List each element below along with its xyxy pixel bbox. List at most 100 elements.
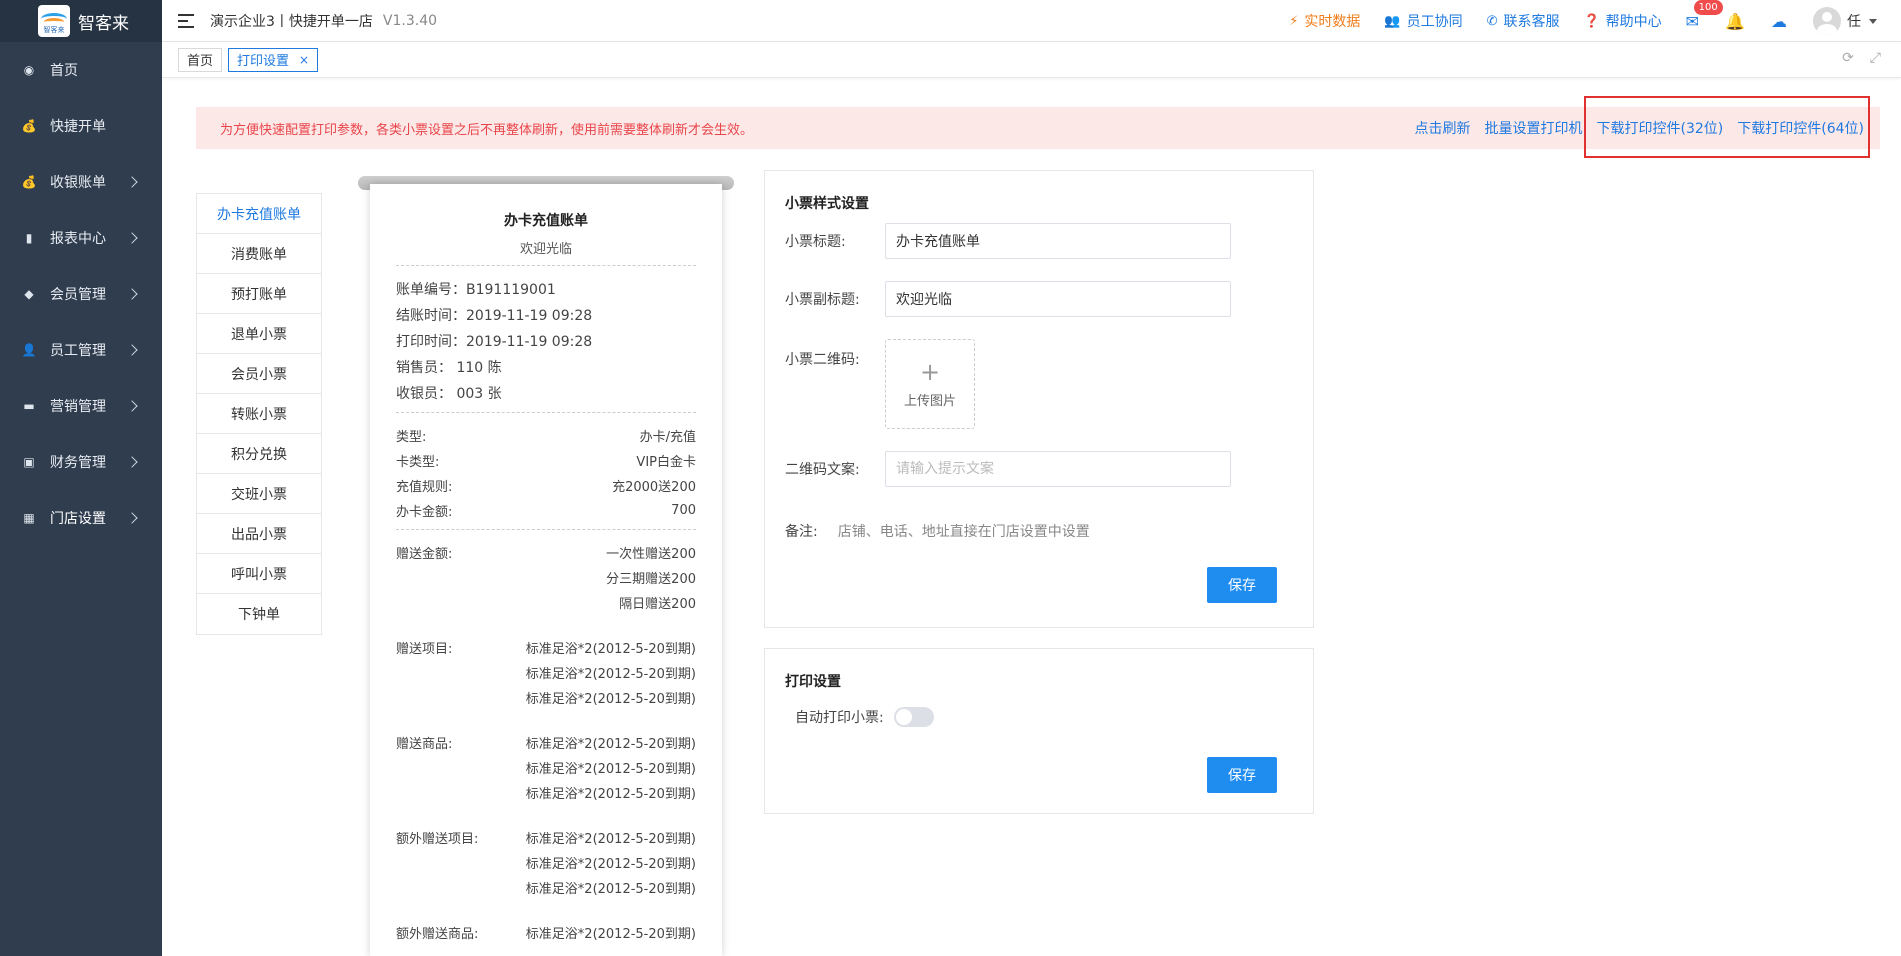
receipt-detail-value: 充2000送200 <box>612 480 696 495</box>
realtime-data-link[interactable]: ⚡ 实时数据 <box>1289 11 1360 31</box>
ticket-type-item[interactable]: 积分兑换 <box>197 434 321 474</box>
receipt-detail-value: VIP白金卡 <box>636 455 696 470</box>
sidebar-item-8[interactable]: ▦ 门店设置 <box>0 490 162 546</box>
ticket-type-item[interactable]: 下钟单 <box>197 594 321 634</box>
receipt-detail-value: 办卡/充值 <box>639 430 696 445</box>
receipt-preview: 办卡充值账单 欢迎光临 账单编号：B191119001 结账时间：2019-11-… <box>370 184 722 956</box>
logo-text: 智客来 <box>78 13 129 34</box>
receipt-group-value: 标准足浴*2(2012-5-20到期) <box>525 927 696 942</box>
sidebar-item-6[interactable]: ▬ 营销管理 <box>0 378 162 434</box>
receipt-detail-row: 办卡金额: 700 <box>396 498 696 523</box>
sidebar-item-1[interactable]: 💰 快捷开单 <box>0 98 162 154</box>
receipt-info: 账单编号：B191119001 结账时间：2019-11-19 09:28 打印时间… <box>396 266 696 413</box>
receipt-group-label: 赠送商品: <box>396 737 453 752</box>
app-version: V1.3.40 <box>382 12 438 29</box>
sidebar-item-label: 快捷开单 <box>50 119 106 135</box>
trend-icon: ⚡ <box>1289 13 1299 29</box>
staff-collab-link[interactable]: 👥 员工协同 <box>1384 11 1462 31</box>
qr-upload-button[interactable]: + 上传图片 <box>885 339 975 429</box>
receipt-info-line: 收银员： 003 张 <box>396 386 502 402</box>
tab-print-settings[interactable]: 打印设置 × <box>228 47 319 72</box>
receipt-title: 办卡充值账单 <box>504 213 588 229</box>
sidebar-item-4[interactable]: ◆ 会员管理 <box>0 266 162 322</box>
receipt-group-value: 隔日赠送200 <box>619 597 696 612</box>
receipt-details: 类型: 办卡/充值 卡类型: VIP白金卡 充值规则: 充2000送200 办卡金额: 700 <box>396 413 696 530</box>
close-icon[interactable]: × <box>299 53 309 67</box>
save-style-button[interactable]: 保存 <box>1207 567 1277 603</box>
tab-bar: 首页 打印设置 × ⟳ ⤢ <box>162 42 1901 78</box>
receipt-group-value: 标准足浴*2(2012-5-20到期) <box>525 737 696 752</box>
sidebar-item-label: 营销管理 <box>50 399 106 415</box>
receipt-groups: 赠送金额: 一次性赠送200 分三期赠送200 隔日赠送200 赠送项目: 标准足浴*2(… <box>396 530 696 955</box>
phone-icon: ✆ <box>1486 13 1498 29</box>
ticket-title-input[interactable] <box>885 223 1231 259</box>
top-header: 演示企业3丨快捷开单一店 V1.3.40 ⚡ 实时数据 👥 员工协同 ✆ 联系客服 ❓… <box>162 0 1901 42</box>
ticket-type-item[interactable]: 出品小票 <box>197 514 321 554</box>
save-print-button[interactable]: 保存 <box>1207 757 1277 793</box>
batch-printer-link[interactable]: 批量设置打印机 <box>1485 118 1583 138</box>
download-32bit-link[interactable]: 下载打印控件(32位) <box>1597 118 1724 138</box>
sidebar-item-5[interactable]: 👤 员工管理 <box>0 322 162 378</box>
user-menu[interactable]: 任 <box>1813 7 1877 35</box>
receipt-group-label: 赠送项目: <box>396 642 453 657</box>
chevron-right-icon <box>126 176 138 188</box>
sidebar-item-7[interactable]: ▣ 财务管理 <box>0 434 162 490</box>
notice-text: 为方便快速配置打印参数，各类小票设置之后不再整体刷新，使用前需要整体刷新才会生效… <box>220 122 754 138</box>
cloud-icon[interactable]: ☁ <box>1771 12 1787 31</box>
dashboard-icon: ◉ <box>23 63 35 77</box>
help-center-link[interactable]: ❓ 帮助中心 <box>1583 11 1661 31</box>
sidebar-item-label: 会员管理 <box>50 287 106 303</box>
chevron-right-icon <box>126 232 138 244</box>
receipt-detail-row: 卡类型: VIP白金卡 <box>396 448 696 473</box>
receipt-group-value: 标准足浴*2(2012-5-20到期) <box>525 692 696 707</box>
ticket-subtitle-input[interactable] <box>885 281 1231 317</box>
contact-support-link[interactable]: ✆ 联系客服 <box>1487 11 1560 31</box>
ticket-type-item[interactable]: 会员小票 <box>197 354 321 394</box>
auto-print-toggle[interactable] <box>893 707 934 727</box>
tab-home[interactable]: 首页 <box>178 47 223 72</box>
ticket-type-item[interactable]: 退单小票 <box>197 314 321 354</box>
receipt-group: 赠送项目: 标准足浴*2(2012-5-20到期) 标准足浴*2(2012-5-20… <box>396 625 696 720</box>
ticket-type-item[interactable]: 消费账单 <box>197 234 321 274</box>
sidebar-item-0[interactable]: ◉ 首页 <box>0 42 162 98</box>
company-name: 演示企业3丨快捷开单一店 <box>210 13 373 30</box>
mail-badge: 100 <box>1693 0 1723 15</box>
chevron-right-icon <box>126 456 138 468</box>
refresh-icon[interactable]: ⟳ <box>1842 50 1854 66</box>
receipt-group-value: 标准足浴*2(2012-5-20到期) <box>525 882 696 897</box>
ticket-type-item[interactable]: 转账小票 <box>197 394 321 434</box>
fullscreen-icon[interactable]: ⤢ <box>1870 50 1881 66</box>
user-name: 任 <box>1847 14 1861 30</box>
receipt-detail-label: 卡类型: <box>396 455 440 470</box>
ticket-type-item[interactable]: 交班小票 <box>197 474 321 514</box>
note-value: 店铺、电话、地址直接在门店设置中设置 <box>837 524 1090 540</box>
mail-icon[interactable]: ✉ 100 <box>1686 0 1723 31</box>
receipt-group: 赠送商品: 标准足浴*2(2012-5-20到期) 标准足浴*2(2012-5-20… <box>396 720 696 815</box>
sidebar-item-label: 首页 <box>50 63 78 79</box>
sidebar-item-label: 财务管理 <box>50 455 106 471</box>
ticket-type-list: 办卡充值账单 消费账单 预打账单 退单小票 会员小票 转账小票 积分兑换 交班小票 出品小票 呼叫… <box>196 193 322 635</box>
ticket-type-item[interactable]: 呼叫小票 <box>197 554 321 594</box>
receipt-group-value: 标准足浴*2(2012-5-20到期) <box>525 832 696 847</box>
sidebar-item-3[interactable]: ▮ 报表中心 <box>0 210 162 266</box>
qr-text-input[interactable] <box>885 451 1231 487</box>
logo[interactable]: 智客来 智客来 <box>0 0 162 42</box>
sidebar-item-label: 收银账单 <box>50 175 106 191</box>
ticket-type-item[interactable]: 办卡充值账单 <box>197 194 321 234</box>
receipt-info-line: 销售员： 110 陈 <box>396 360 502 376</box>
bell-icon[interactable]: 🔔 <box>1725 12 1745 31</box>
style-settings-panel: 小票样式设置 小票标题: 小票副标题: 小票二维码: + 上传图片 二维码文案:… <box>764 170 1314 628</box>
sidebar-item-2[interactable]: 💰 收银账单 <box>0 154 162 210</box>
receipt-group: 额外赠送商品: 标准足浴*2(2012-5-20到期) <box>396 910 696 955</box>
download-64bit-link[interactable]: 下载打印控件(64位) <box>1737 118 1864 138</box>
grid-icon: ▦ <box>23 511 35 525</box>
menu-toggle-icon[interactable] <box>178 13 194 28</box>
receipt-subtitle: 欢迎光临 <box>396 238 696 266</box>
ticket-type-item[interactable]: 预打账单 <box>197 274 321 314</box>
refresh-link[interactable]: 点击刷新 <box>1415 118 1471 138</box>
receipt-group-value: 标准足浴*2(2012-5-20到期) <box>525 762 696 777</box>
users-icon: 👥 <box>1384 13 1401 29</box>
receipt-info-line: 结账时间：2019-11-19 09:28 <box>396 308 593 324</box>
receipt-group: 额外赠送项目: 标准足浴*2(2012-5-20到期) 标准足浴*2(2012-5-… <box>396 815 696 910</box>
receipt-group-label: 赠送金额: <box>396 547 453 562</box>
